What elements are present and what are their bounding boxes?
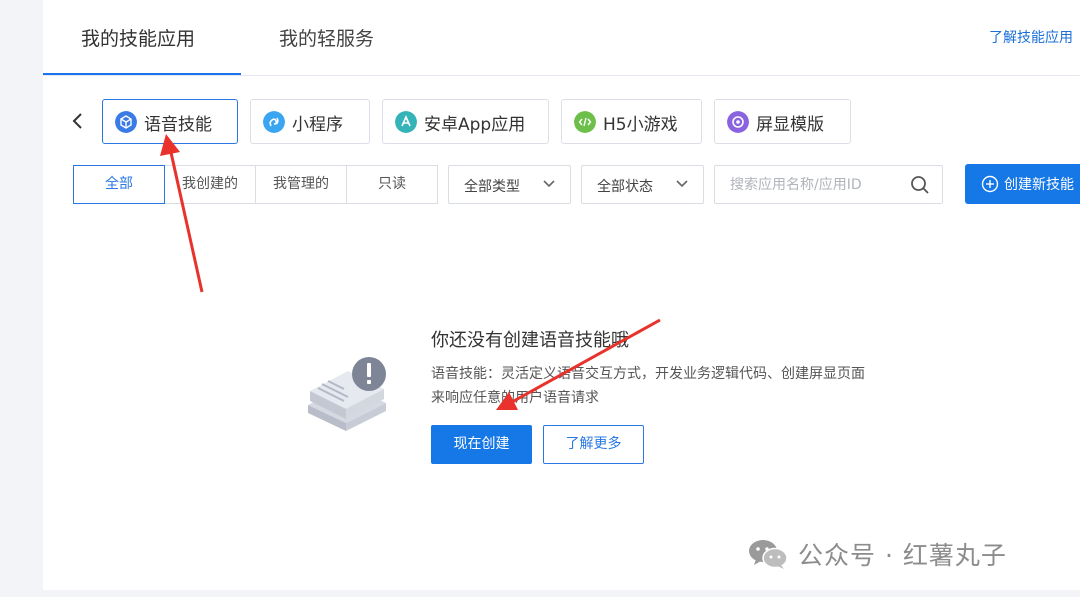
category-screen-template[interactable]: 屏显模版 [714,99,851,144]
category-voice-skill[interactable]: 语音技能 [102,99,238,144]
filter-managed-by-me[interactable]: 我管理的 [255,165,347,204]
learn-skill-apps-link[interactable]: 了解技能应用 [989,27,1073,47]
code-icon [574,111,596,133]
empty-document-icon [308,357,386,431]
type-select-value: 全部类型 [464,179,520,195]
category-label: 小程序 [292,115,343,135]
link-icon [263,111,285,133]
status-select-value: 全部状态 [597,179,653,195]
active-tab-underline [43,73,241,75]
create-new-skill-button[interactable]: 创建新技能 [965,164,1080,204]
category-label: 语音技能 [144,115,212,135]
category-label: H5小游戏 [603,115,678,135]
category-android-app[interactable]: 安卓App应用 [382,99,549,144]
cube-icon [115,111,137,133]
create-now-button[interactable]: 现在创建 [431,425,532,464]
category-label: 屏显模版 [756,115,824,135]
empty-state-description: 语音技能：灵活定义语音交互方式，开发业务逻辑代码、创建屏显页面来响应任意的用户语… [431,366,865,406]
category-mini-program[interactable]: 小程序 [250,99,370,144]
search-icon[interactable] [910,175,930,195]
tab-my-light-services[interactable]: 我的轻服务 [279,24,374,51]
chevron-down-icon [543,180,555,188]
tab-my-skill-apps[interactable]: 我的技能应用 [81,24,195,51]
category-label: 安卓App应用 [424,115,526,135]
plus-circle-icon [981,175,999,193]
type-select[interactable]: 全部类型 [448,165,571,204]
empty-state-title: 你还没有创建语音技能哦 [431,330,629,351]
chevron-left-icon[interactable] [70,110,86,132]
top-tabs: 我的技能应用 我的轻服务 了解技能应用 [43,0,1080,76]
create-new-skill-label: 创建新技能 [1004,177,1074,193]
main-card: 我的技能应用 我的轻服务 了解技能应用 语音技能 小程序 安卓App应用 H5小… [43,0,1080,590]
filter-read-only[interactable]: 只读 [346,165,438,204]
search-input[interactable] [716,167,901,202]
search-box [714,165,943,204]
status-select[interactable]: 全部状态 [581,165,704,204]
filter-all[interactable]: 全部 [73,165,165,204]
category-h5-game[interactable]: H5小游戏 [561,99,702,144]
wechat-icon [749,540,788,569]
app-icon [395,111,417,133]
learn-more-button[interactable]: 了解更多 [543,425,644,464]
chevron-down-icon [676,180,688,188]
watermark-text: 公众号 · 红薯丸子 [798,541,1007,570]
filter-created-by-me[interactable]: 我创建的 [164,165,256,204]
target-icon [727,111,749,133]
